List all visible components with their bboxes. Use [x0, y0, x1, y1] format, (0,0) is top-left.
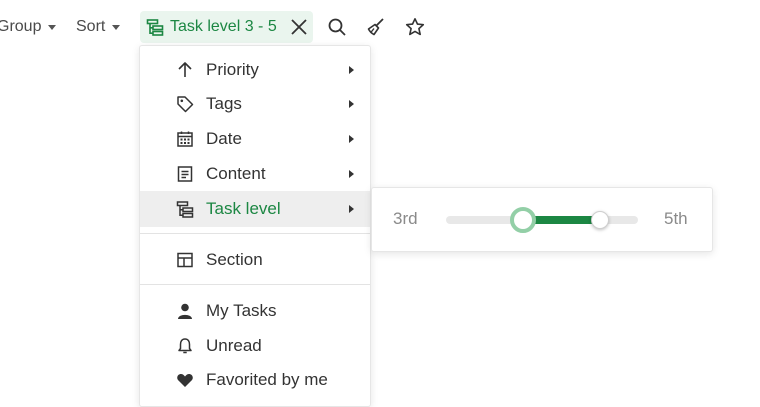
- heart-icon: [174, 369, 196, 391]
- sort-button[interactable]: Sort: [76, 11, 121, 43]
- menu-divider: [140, 233, 370, 234]
- task-level-range-slider[interactable]: [446, 207, 638, 233]
- broom-button[interactable]: [362, 13, 390, 41]
- menu-item-tags[interactable]: Tags: [140, 86, 370, 122]
- range-max-label: 5th: [664, 209, 688, 228]
- hierarchy-icon: [146, 18, 164, 36]
- chevron-right-icon: [349, 205, 354, 213]
- chevron-right-icon: [349, 66, 354, 74]
- menu-item-my-tasks[interactable]: My Tasks: [140, 293, 370, 329]
- slider-min-handle[interactable]: [509, 207, 536, 233]
- group-button[interactable]: Group: [0, 11, 57, 43]
- tag-icon: [174, 93, 196, 115]
- menu-item-label: My Tasks: [206, 301, 277, 320]
- favorite-button[interactable]: [401, 13, 429, 41]
- menu-item-label: Task level: [206, 199, 281, 218]
- menu-item-favorited[interactable]: Favorited by me: [140, 362, 370, 398]
- filter-chip-label: Task level 3 - 5: [170, 18, 277, 35]
- search-button[interactable]: [323, 13, 351, 41]
- calendar-icon: [174, 128, 196, 150]
- menu-item-unread[interactable]: Unread: [140, 328, 370, 364]
- document-icon: [174, 163, 196, 185]
- menu-item-section[interactable]: Section: [140, 242, 370, 278]
- clear-filter-button[interactable]: [285, 13, 313, 41]
- slider-max-handle[interactable]: [590, 211, 609, 229]
- broom-icon: [367, 18, 384, 36]
- task-level-submenu: 3rd 5th: [371, 187, 713, 252]
- close-icon: [291, 19, 307, 35]
- menu-item-date[interactable]: Date: [140, 121, 370, 157]
- chevron-down-icon: [48, 24, 57, 30]
- menu-item-label: Favorited by me: [206, 370, 328, 389]
- star-icon: [405, 18, 425, 36]
- search-icon: [328, 18, 346, 36]
- menu-item-label: Tags: [206, 94, 242, 113]
- menu-item-label: Section: [206, 250, 263, 269]
- bell-icon: [174, 335, 196, 357]
- chevron-right-icon: [349, 135, 354, 143]
- menu-item-label: Unread: [206, 336, 262, 355]
- chevron-down-icon: [112, 24, 121, 30]
- section-layout-icon: [174, 249, 196, 271]
- person-icon: [174, 300, 196, 322]
- toolbar: Group Sort Task level 3 - 5: [0, 0, 760, 56]
- range-min-label: 3rd: [393, 209, 418, 228]
- menu-item-content[interactable]: Content: [140, 156, 370, 192]
- menu-item-label: Content: [206, 164, 266, 183]
- menu-item-label: Date: [206, 129, 242, 148]
- menu-divider: [140, 284, 370, 285]
- arrow-up-icon: [174, 59, 196, 81]
- filter-menu: Priority Tags Date Content Task level Se…: [139, 45, 371, 407]
- group-label: Group: [0, 18, 42, 35]
- menu-item-priority[interactable]: Priority: [140, 52, 370, 88]
- chevron-right-icon: [349, 100, 354, 108]
- menu-item-label: Priority: [206, 60, 259, 79]
- chevron-right-icon: [349, 170, 354, 178]
- hierarchy-icon: [174, 198, 196, 220]
- sort-label: Sort: [76, 18, 106, 35]
- menu-item-task-level[interactable]: Task level: [140, 191, 370, 227]
